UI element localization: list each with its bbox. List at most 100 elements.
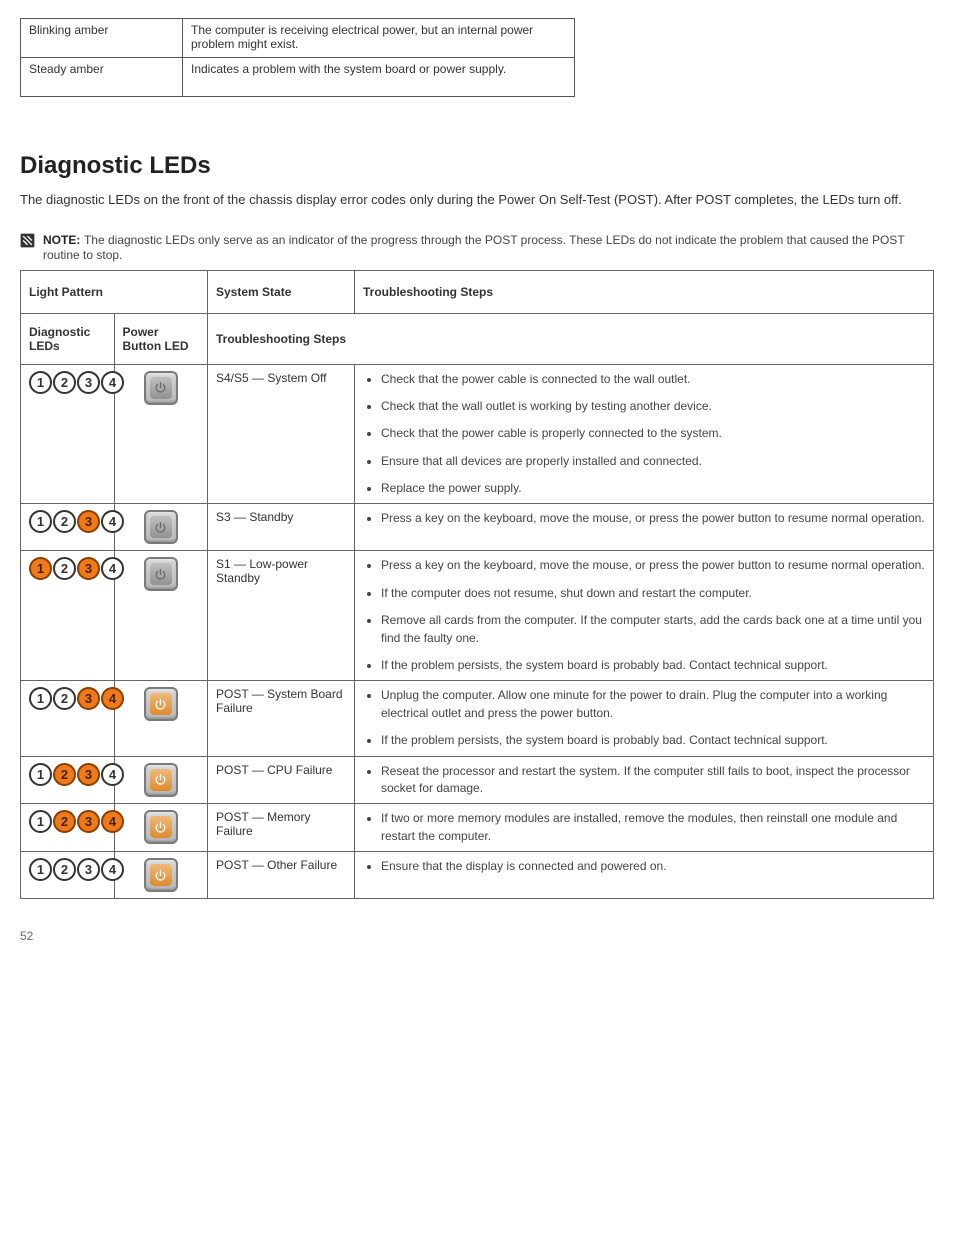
led-indicator-4: 4 <box>101 557 124 580</box>
led-indicator-4: 4 <box>101 371 124 394</box>
system-state-cell: S3 — Standby <box>208 504 355 551</box>
led-pattern-cell: 1234 <box>21 504 115 551</box>
list-item: Press a key on the keyboard, move the mo… <box>381 557 925 574</box>
page-number: 52 <box>20 929 934 943</box>
cell-right: The computer is receiving electrical pow… <box>183 19 575 58</box>
system-state-cell: POST — Memory Failure <box>208 804 355 852</box>
led-indicator-4: 4 <box>101 687 124 710</box>
led-pattern-cell: 1234 <box>21 681 115 756</box>
troubleshooting-cell: Ensure that the display is connected and… <box>355 852 934 899</box>
led-pattern-cell: 1234 <box>21 551 115 681</box>
led-indicator-1: 1 <box>29 763 52 786</box>
led-indicator-3: 3 <box>77 858 100 881</box>
table-row: Blinking amber The computer is receiving… <box>21 19 575 58</box>
power-icon <box>144 858 178 892</box>
list-item: Reseat the processor and restart the sys… <box>381 763 925 798</box>
cell-right: Indicates a problem with the system boar… <box>183 58 575 97</box>
cell-left: Blinking amber <box>21 19 183 58</box>
section-title: Diagnostic LEDs <box>20 152 934 180</box>
led-indicator-2: 2 <box>53 371 76 394</box>
list-item: Ensure that the display is connected and… <box>381 858 925 875</box>
led-indicator-4: 4 <box>101 510 124 533</box>
diagnostics-table: Light Pattern System State Troubleshooti… <box>20 270 934 900</box>
system-state-cell: POST — CPU Failure <box>208 756 355 804</box>
table-row: Steady amber Indicates a problem with th… <box>21 58 575 97</box>
system-state-cell: S4/S5 — System Off <box>208 364 355 504</box>
system-state-cell: S1 — Low-power Standby <box>208 551 355 681</box>
header-small-table: Blinking amber The computer is receiving… <box>20 18 575 97</box>
list-item: Press a key on the keyboard, move the mo… <box>381 510 925 527</box>
led-indicator-2: 2 <box>53 810 76 833</box>
table-row: 1234 POST — Memory Failure If two or more … <box>21 804 934 852</box>
led-indicator-4: 4 <box>101 858 124 881</box>
list-item: Remove all cards from the computer. If t… <box>381 612 925 647</box>
list-item: Ensure that all devices are properly ins… <box>381 453 925 470</box>
troubleshooting-cell: Reseat the processor and restart the sys… <box>355 756 934 804</box>
power-button-cell <box>114 756 208 804</box>
system-state-cell: POST — System Board Failure <box>208 681 355 756</box>
note: NOTE: The diagnostic LEDs only serve as … <box>20 232 934 262</box>
section-intro: The diagnostic LEDs on the front of the … <box>20 190 934 210</box>
list-item: If the problem persists, the system boar… <box>381 657 925 674</box>
subheader-power-button-led: Power Button LED <box>114 313 208 364</box>
list-item: If two or more memory modules are instal… <box>381 810 925 845</box>
led-indicator-1: 1 <box>29 687 52 710</box>
subheader-diagnostic-leds: Diagnostic LEDs <box>21 313 115 364</box>
table-row: 1234 POST — CPU Failure Reseat the process… <box>21 756 934 804</box>
troubleshooting-cell: Unplug the computer. Allow one minute fo… <box>355 681 934 756</box>
led-indicator-3: 3 <box>77 810 100 833</box>
led-indicator-1: 1 <box>29 810 52 833</box>
table-row: 1234 S4/S5 — System Off Check that the pow… <box>21 364 934 504</box>
led-indicator-1: 1 <box>29 371 52 394</box>
led-pattern-cell: 1234 <box>21 852 115 899</box>
led-indicator-3: 3 <box>77 510 100 533</box>
led-indicator-2: 2 <box>53 858 76 881</box>
led-pattern-cell: 1234 <box>21 756 115 804</box>
note-icon <box>20 233 35 248</box>
led-indicator-2: 2 <box>53 763 76 786</box>
troubleshooting-cell: Check that the power cable is connected … <box>355 364 934 504</box>
list-item: Check that the wall outlet is working by… <box>381 398 925 415</box>
led-indicator-2: 2 <box>53 687 76 710</box>
led-pattern-cell: 1234 <box>21 364 115 504</box>
led-indicator-3: 3 <box>77 763 100 786</box>
power-icon <box>144 371 178 405</box>
list-item: Check that the power cable is properly c… <box>381 425 925 442</box>
power-button-cell <box>114 551 208 681</box>
list-item: If the problem persists, the system boar… <box>381 732 925 749</box>
led-indicator-4: 4 <box>101 763 124 786</box>
led-indicator-3: 3 <box>77 371 100 394</box>
led-indicator-1: 1 <box>29 557 52 580</box>
power-button-cell <box>114 364 208 504</box>
led-indicator-3: 3 <box>77 557 100 580</box>
led-indicator-4: 4 <box>101 810 124 833</box>
note-label: NOTE: <box>43 233 80 247</box>
list-item: If the computer does not resume, shut do… <box>381 585 925 602</box>
header-system-state: System State <box>208 270 355 313</box>
troubleshooting-cell: Press a key on the keyboard, move the mo… <box>355 551 934 681</box>
table-row: 1234 POST — System Board Failure Unplug th… <box>21 681 934 756</box>
led-indicator-2: 2 <box>53 557 76 580</box>
list-item: Unplug the computer. Allow one minute fo… <box>381 687 925 722</box>
led-indicator-3: 3 <box>77 687 100 710</box>
header-light-pattern: Light Pattern <box>21 270 208 313</box>
led-indicator-1: 1 <box>29 510 52 533</box>
power-button-cell <box>114 852 208 899</box>
subheader-steps: Troubleshooting Steps <box>208 313 934 364</box>
table-header-row: Light Pattern System State Troubleshooti… <box>21 270 934 313</box>
led-indicator-1: 1 <box>29 858 52 881</box>
troubleshooting-cell: If two or more memory modules are instal… <box>355 804 934 852</box>
led-indicator-2: 2 <box>53 510 76 533</box>
power-icon <box>144 687 178 721</box>
cell-left: Steady amber <box>21 58 183 97</box>
header-troubleshooting: Troubleshooting Steps <box>355 270 934 313</box>
power-button-cell <box>114 804 208 852</box>
list-item: Replace the power supply. <box>381 480 925 497</box>
power-icon <box>144 557 178 591</box>
list-item: Check that the power cable is connected … <box>381 371 925 388</box>
table-subheader-row: Diagnostic LEDs Power Button LED Trouble… <box>21 313 934 364</box>
table-row: 1234 S3 — Standby Press a key on the keybo… <box>21 504 934 551</box>
troubleshooting-cell: Press a key on the keyboard, move the mo… <box>355 504 934 551</box>
led-pattern-cell: 1234 <box>21 804 115 852</box>
power-icon <box>144 510 178 544</box>
